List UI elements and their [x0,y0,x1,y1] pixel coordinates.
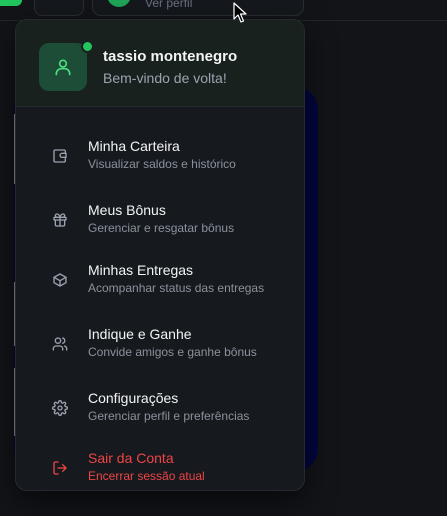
menu-item-description: Acompanhar status das entregas [88,281,265,295]
gift-icon [53,213,67,227]
menu-item-logout[interactable]: Sair da Conta Encerrar sessão atual [24,444,296,490]
user-greeting: Bem-vindo de volta! [103,70,227,86]
menu-item-title: Configurações [88,390,179,406]
users-icon [52,337,68,351]
menu-item-title: Indique e Ganhe [88,326,192,342]
profile-subtitle: Ver perfil [145,0,193,10]
profile-menu-button[interactable]: Ver perfil [92,0,304,16]
mouse-cursor-icon [233,2,247,23]
logout-icon [53,461,67,475]
logout-title: Sair da Conta [88,450,174,466]
menu-item-deliveries[interactable]: Minhas Entregas Acompanhar status das en… [24,256,296,308]
menu-item-referral[interactable]: Indique e Ganhe Convide amigos e ganhe b… [24,320,296,372]
menu-item-title: Minha Carteira [88,138,180,154]
menu-item-description: Gerenciar e resgatar bônus [88,221,235,235]
primary-action-button[interactable] [0,0,22,6]
menu-item-bonus[interactable]: Meus Bônus Gerenciar e resgatar bônus [24,196,296,248]
user-name: tassio montenegro [103,48,238,65]
wallet-icon [53,149,67,163]
menu-item-title: Meus Bônus [88,202,166,218]
menu-item-description: Convide amigos e ganhe bônus [88,345,257,359]
user-header: tassio montenegro Bem-vindo de volta! [16,20,304,107]
user-dropdown-menu: tassio montenegro Bem-vindo de volta! Mi… [15,19,305,491]
settings-icon [52,400,68,416]
top-icon-button[interactable] [34,0,84,16]
top-bar: Ver perfil [0,0,447,21]
menu-item-wallet[interactable]: Minha Carteira Visualizar saldos e histó… [24,132,296,184]
user-avatar [39,43,87,91]
menu-item-title: Minhas Entregas [88,262,194,278]
online-status-dot [81,40,94,53]
logout-description: Encerrar sessão atual [88,469,205,483]
user-icon [55,59,71,76]
package-icon [53,273,67,287]
menu-item-description: Visualizar saldos e histórico [88,157,236,171]
profile-avatar [107,0,131,7]
menu-item-settings[interactable]: Configurações Gerenciar perfil e preferê… [24,384,296,436]
menu-item-description: Gerenciar perfil e preferências [88,409,250,423]
